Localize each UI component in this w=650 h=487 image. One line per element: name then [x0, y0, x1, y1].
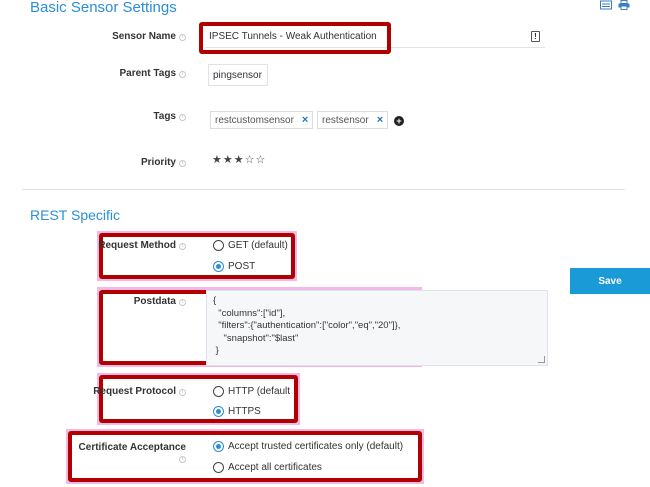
- parent-tags-value: pingsensor: [213, 69, 262, 81]
- protocol-http-radio[interactable]: HTTP (default: [213, 386, 290, 397]
- header-icons: [600, 0, 630, 10]
- sensor-name-label: Sensor Name i: [76, 31, 186, 42]
- info-icon: i: [179, 71, 186, 78]
- info-icon: i: [179, 34, 186, 41]
- priority-label: Priority i: [76, 157, 186, 168]
- field-lookup-icon[interactable]: !: [531, 31, 540, 42]
- radio-icon: [213, 386, 224, 397]
- save-button[interactable]: Save: [570, 268, 650, 294]
- radio-icon: [213, 240, 224, 251]
- star-icon[interactable]: ★: [212, 154, 223, 166]
- info-icon: i: [179, 160, 186, 167]
- add-tag-icon[interactable]: +: [394, 116, 404, 126]
- priority-stars[interactable]: ★★★☆☆: [212, 153, 266, 166]
- tags-label: Tags i: [76, 111, 186, 122]
- rest-specific-title: REST Specific: [30, 207, 120, 223]
- method-post-label: POST: [228, 261, 256, 272]
- radio-selected-icon: [213, 406, 224, 417]
- postdata-textarea[interactable]: { "columns":["id"], "filters":{"authenti…: [206, 290, 548, 366]
- request-method-label: Request Method i: [76, 240, 186, 251]
- postdata-label: Postdata i: [76, 296, 186, 307]
- cert-all-radio[interactable]: Accept all certificates: [213, 462, 322, 473]
- info-icon: i: [179, 299, 186, 306]
- radio-selected-icon: [213, 441, 224, 452]
- tag-chip-label: restcustomsensor: [215, 114, 294, 126]
- star-icon[interactable]: ☆: [256, 154, 267, 166]
- section-divider: [22, 189, 625, 190]
- info-icon: i: [179, 114, 186, 121]
- remove-tag-icon[interactable]: ×: [377, 114, 383, 126]
- export-icon[interactable]: [600, 0, 612, 10]
- protocol-http-label: HTTP (default: [228, 386, 291, 397]
- protocol-https-label: HTTPS: [228, 406, 261, 417]
- request-protocol-label: Request Protocol i: [76, 386, 186, 397]
- info-icon: i: [179, 389, 186, 396]
- basic-settings-title: Basic Sensor Settings: [30, 0, 177, 16]
- method-post-radio[interactable]: POST: [213, 261, 255, 272]
- radio-selected-icon: [213, 261, 224, 272]
- method-get-label: GET (default): [228, 240, 288, 251]
- certificate-acceptance-label: Certificate Acceptancei: [78, 442, 186, 463]
- postdata-value: { "columns":["id"], "filters":{"authenti…: [213, 295, 401, 356]
- request-protocol-highlight: [99, 375, 298, 423]
- star-icon[interactable]: ☆: [245, 154, 256, 166]
- star-icon[interactable]: ★: [234, 154, 245, 166]
- tag-chip[interactable]: restsensor ×: [317, 111, 389, 129]
- remove-tag-icon[interactable]: ×: [302, 114, 308, 126]
- star-icon[interactable]: ★: [223, 154, 234, 166]
- radio-icon: [213, 462, 224, 473]
- parent-tags-field: pingsensor: [208, 64, 268, 86]
- print-icon[interactable]: [618, 0, 630, 10]
- tag-chip-label: restsensor: [322, 114, 369, 126]
- cert-trusted-label: Accept trusted certificates only (defaul…: [228, 441, 404, 452]
- cert-trusted-radio[interactable]: Accept trusted certificates only (defaul…: [213, 441, 403, 452]
- parent-tags-label: Parent Tags i: [76, 68, 186, 79]
- protocol-https-radio[interactable]: HTTPS: [213, 406, 261, 417]
- tag-chip[interactable]: restcustomsensor ×: [210, 111, 314, 129]
- sensor-name-highlight: [199, 22, 391, 54]
- method-get-radio[interactable]: GET (default): [213, 240, 288, 251]
- cert-all-label: Accept all certificates: [228, 462, 322, 473]
- info-icon: i: [179, 456, 186, 463]
- info-icon: i: [179, 243, 186, 250]
- resize-handle[interactable]: [538, 356, 545, 363]
